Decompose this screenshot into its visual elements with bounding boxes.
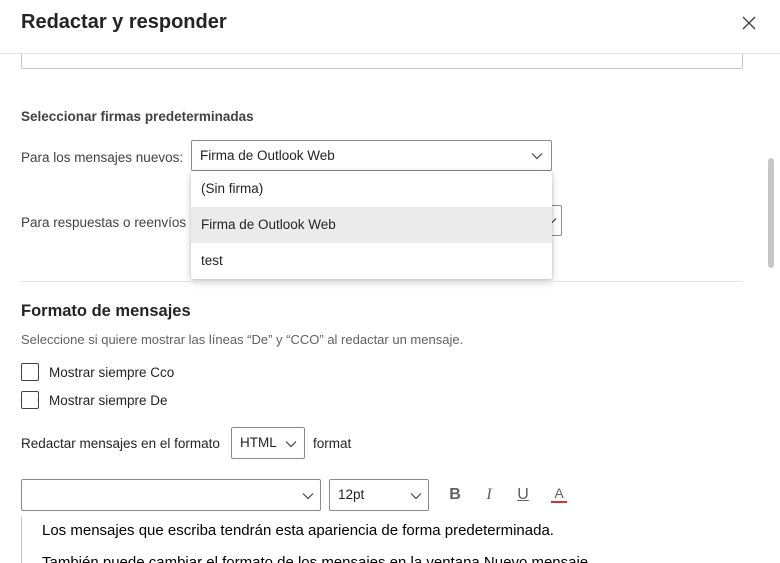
close-icon[interactable] bbox=[738, 12, 760, 34]
message-preview-editor[interactable]: Los mensajes que escriba tendrán esta ap… bbox=[21, 516, 743, 563]
dialog-title: Redactar y responder bbox=[21, 11, 227, 33]
section-divider bbox=[21, 281, 742, 282]
compose-format-suffix: format bbox=[313, 436, 352, 451]
signature-editor-box[interactable] bbox=[21, 54, 743, 69]
show-from-label[interactable]: Mostrar siempre De bbox=[49, 393, 168, 408]
editor-line-1: Los mensajes que escriba tendrán esta ap… bbox=[42, 522, 554, 539]
option-test[interactable]: test bbox=[191, 243, 552, 279]
chevron-down-icon bbox=[285, 441, 297, 448]
new-messages-signature-select[interactable]: Firma de Outlook Web bbox=[191, 140, 552, 171]
new-messages-signature-value: Firma de Outlook Web bbox=[200, 148, 335, 163]
option-no-signature[interactable]: (Sin firma) bbox=[191, 171, 552, 207]
font-size-value: 12pt bbox=[338, 487, 365, 502]
option-label: Firma de Outlook Web bbox=[201, 217, 336, 232]
dialog-header: Redactar y responder bbox=[0, 0, 780, 54]
replies-label: Para respuestas o reenvíos : bbox=[21, 215, 194, 230]
signatures-heading: Seleccionar firmas predeterminadas bbox=[21, 109, 254, 124]
show-from-checkbox[interactable] bbox=[21, 391, 39, 409]
font-family-select[interactable] bbox=[21, 479, 321, 511]
chevron-down-icon bbox=[410, 493, 422, 500]
settings-content: Seleccionar firmas predeterminadas Para … bbox=[0, 54, 780, 563]
compose-format-label: Redactar mensajes en el formato bbox=[21, 436, 220, 451]
scrollbar-thumb[interactable] bbox=[768, 158, 774, 268]
font-color-swatch bbox=[551, 501, 567, 503]
bold-button[interactable]: B bbox=[444, 484, 466, 506]
compose-format-select[interactable]: HTML bbox=[231, 427, 305, 459]
message-format-heading: Formato de mensajes bbox=[21, 302, 191, 320]
chevron-down-icon bbox=[302, 493, 314, 500]
new-messages-label: Para los mensajes nuevos: bbox=[21, 150, 184, 165]
compose-format-value: HTML bbox=[240, 435, 277, 450]
show-bcc-checkbox[interactable] bbox=[21, 363, 39, 381]
option-outlook-web-signature[interactable]: Firma de Outlook Web bbox=[191, 207, 552, 243]
signature-dropdown-list: (Sin firma) Firma de Outlook Web test bbox=[191, 171, 552, 279]
font-size-select[interactable]: 12pt bbox=[329, 479, 429, 511]
italic-button[interactable]: I bbox=[478, 484, 500, 506]
show-bcc-label[interactable]: Mostrar siempre Cco bbox=[49, 365, 174, 380]
editor-line-2: También puede cambiar el formato de los … bbox=[42, 554, 593, 563]
underline-button[interactable]: U bbox=[512, 484, 534, 506]
chevron-down-icon bbox=[531, 153, 543, 160]
option-label: test bbox=[201, 253, 223, 268]
option-label: (Sin firma) bbox=[201, 181, 264, 196]
message-format-description: Seleccione si quiere mostrar las líneas … bbox=[21, 332, 464, 347]
